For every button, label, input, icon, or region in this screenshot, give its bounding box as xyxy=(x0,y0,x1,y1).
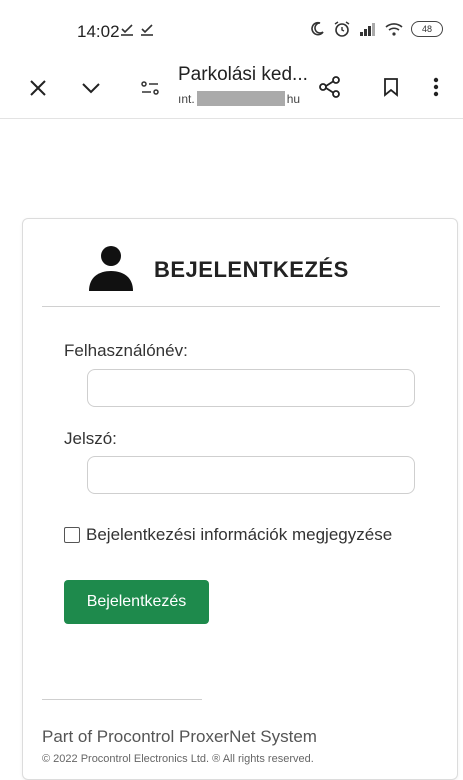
download-done-icon xyxy=(140,22,154,41)
moon-icon xyxy=(309,21,325,37)
status-bar: 14:02 48 xyxy=(0,0,463,58)
share-icon[interactable] xyxy=(318,75,342,99)
more-icon[interactable] xyxy=(428,75,444,99)
password-input[interactable] xyxy=(87,456,415,494)
url-redaction xyxy=(196,91,285,106)
bookmark-icon[interactable] xyxy=(379,75,403,99)
username-input[interactable] xyxy=(87,369,415,407)
card-header: BEJELENTKEZÉS xyxy=(23,219,457,307)
battery-indicator: 48 xyxy=(411,21,443,37)
password-label: Jelszó: xyxy=(64,429,117,448)
signal-icon xyxy=(359,22,377,36)
alarm-icon xyxy=(333,20,351,38)
footer-divider xyxy=(42,699,202,700)
remember-me[interactable]: Bejelentkezési információk megjegyzése xyxy=(64,525,392,545)
tab-title[interactable]: Parkolási ked... xyxy=(178,64,308,86)
url-suffix: hu xyxy=(286,91,301,106)
remember-label[interactable]: Bejelentkezési információk megjegyzése xyxy=(86,525,392,545)
page-title: BEJELENTKEZÉS xyxy=(154,257,349,282)
status-time: 14:02 xyxy=(77,22,120,41)
close-icon[interactable] xyxy=(26,76,50,100)
page-settings-icon[interactable] xyxy=(138,76,162,100)
user-icon xyxy=(87,243,135,298)
url-display[interactable]: ınt. hu xyxy=(178,91,300,106)
footer-copyright: © 2022 Procontrol Electronics Ltd. ® All… xyxy=(42,753,314,765)
remember-checkbox[interactable] xyxy=(64,527,80,543)
footer-title: Part of Procontrol ProxerNet System xyxy=(42,727,317,746)
header-divider xyxy=(42,306,440,307)
wifi-icon xyxy=(385,22,403,36)
username-label: Felhasználónév: xyxy=(64,341,188,360)
login-button[interactable]: Bejelentkezés xyxy=(64,580,209,624)
browser-toolbar: Parkolási ked... ınt. hu xyxy=(0,58,463,119)
url-prefix: ınt. xyxy=(178,91,195,106)
login-card: BEJELENTKEZÉS Felhasználónév: Jelszó: Be… xyxy=(22,218,458,780)
download-done-icon xyxy=(120,22,134,41)
chevron-down-icon[interactable] xyxy=(79,76,103,100)
